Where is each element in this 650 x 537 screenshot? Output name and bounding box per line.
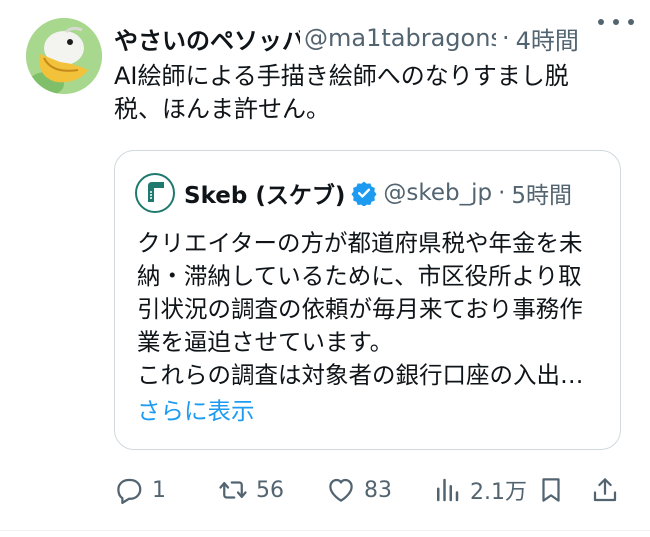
reply-button[interactable]: 1 [114,470,166,510]
like-count: 83 [364,477,392,503]
author-handle[interactable]: @ma1tabragons [304,24,496,52]
share-button[interactable] [590,470,620,510]
tweet-header: やさいのペソッバ @ma1tabragons · 4時間 [114,18,634,58]
header-separator: · [502,24,510,52]
pelican-avatar-icon [26,18,102,94]
reply-count: 1 [152,477,166,503]
retweet-count: 56 [256,477,284,503]
quote-text-line: 業を逼迫させています。 [137,328,394,356]
views-count: 2.1万 [470,480,527,505]
quote-text-line: 納・滞納しているために、市区役所より取 [137,262,582,290]
quote-text: クリエイターの方が都道府県税や年金を未 納・滞納しているために、市区役所より取 … [137,227,605,392]
quoted-tweet-card[interactable]: Skeb (スケブ) @skeb_jp · 5時間 クリエイターの方が都道府県税… [114,150,621,450]
tweet-text: AI絵師による手描き絵師へのなりすまし脱 税、ほんま許せん。 [114,60,594,126]
quote-text-line: これらの調査は対象者の銀行口座の入出… [137,361,584,389]
author-display-name[interactable]: やさいのペソッバ [114,21,300,56]
retweet-button[interactable]: 56 [218,470,284,510]
more-icon[interactable] [598,12,634,32]
quote-text-line: 引状況の調査の依頼が毎月来ており事務作 [137,295,583,323]
tweet-text-line: 税、ほんま許せん。 [114,95,330,123]
reply-icon [117,478,142,504]
verified-badge-icon [351,181,377,206]
quote-handle[interactable]: @skeb_jp [383,180,492,206]
share-icon [593,478,617,502]
quote-timestamp[interactable]: 5時間 [511,176,572,210]
views-icon [437,478,459,502]
tweet-timestamp[interactable]: 4時間 [516,21,579,56]
like-icon [329,478,353,502]
tweet-divider [0,530,650,531]
quote-separator: · [498,180,506,206]
like-button[interactable]: 83 [326,470,392,510]
author-avatar[interactable] [26,18,102,94]
bookmark-icon [542,478,560,502]
bookmark-button[interactable] [536,470,566,510]
skeb-logo-icon [139,177,171,209]
retweet-icon [219,481,247,499]
views-button[interactable]: 2.1万 [432,470,527,510]
quote-display-name[interactable]: Skeb (スケブ) [184,176,345,210]
show-more-link[interactable]: さらに表示 [137,395,255,428]
action-bar: 1 56 83 2.1万 [114,470,624,510]
quote-header: Skeb (スケブ) @skeb_jp · 5時間 [135,173,572,213]
skeb-avatar[interactable] [135,173,175,213]
tweet-text-line: AI絵師による手描き絵師へのなりすまし脱 [114,62,569,90]
quote-text-line: クリエイターの方が都道府県税や年金を未 [137,229,583,257]
